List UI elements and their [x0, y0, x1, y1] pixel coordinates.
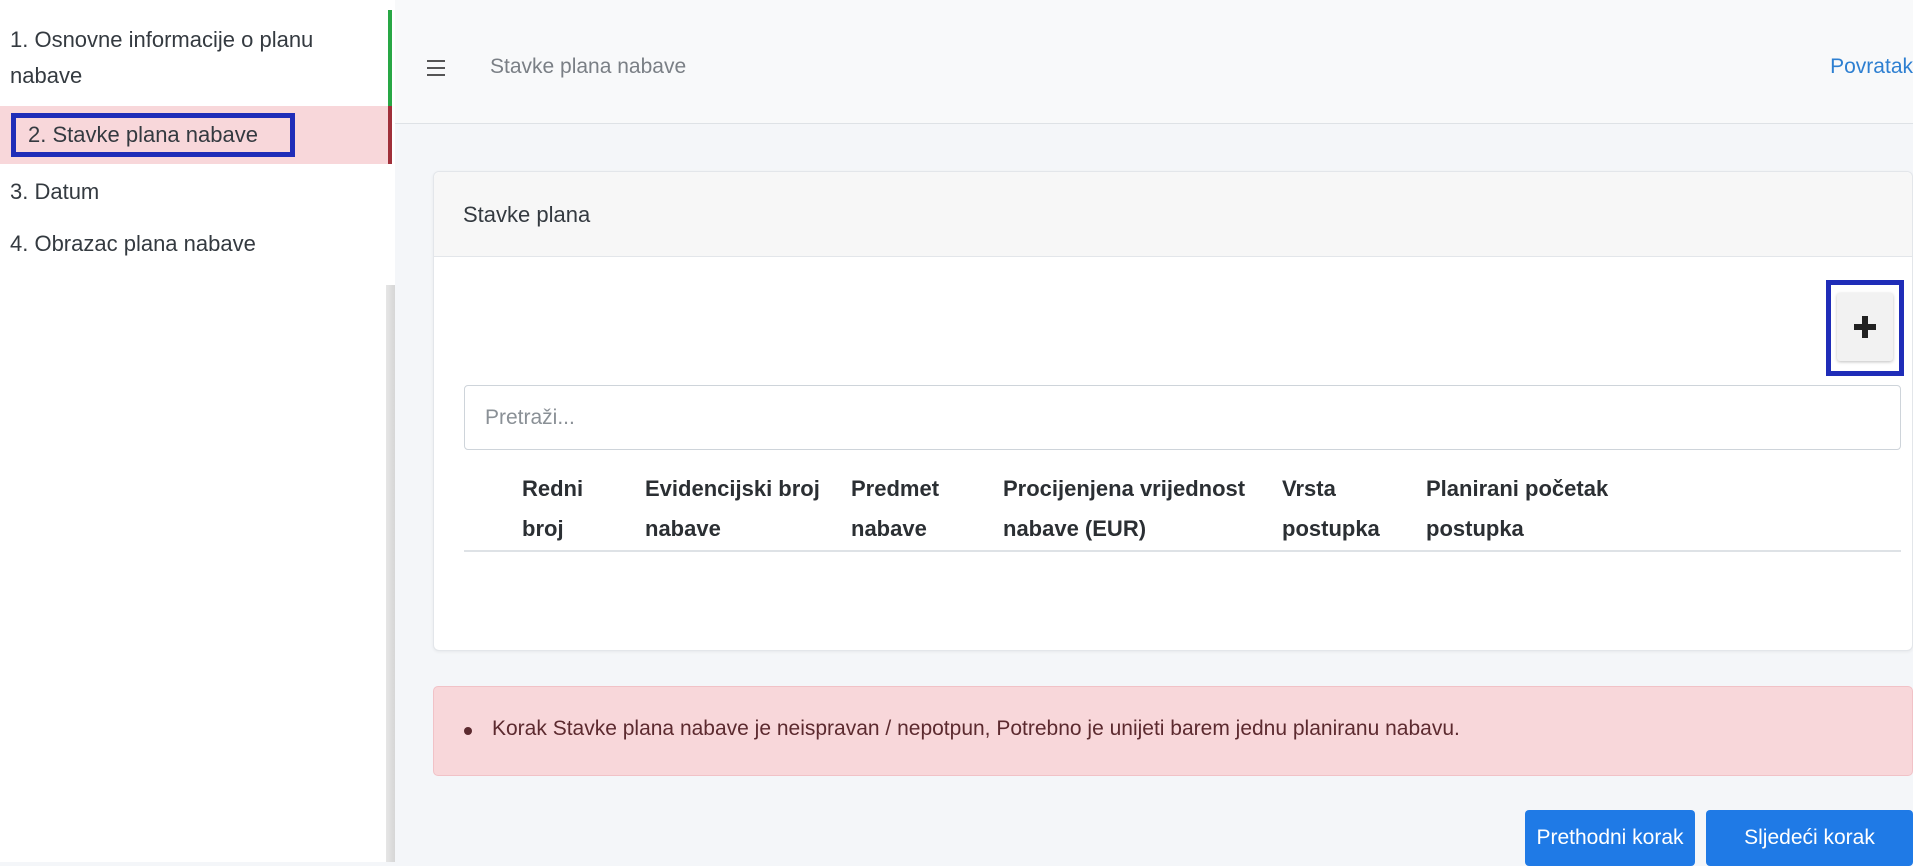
validation-alert: Korak Stavke plana nabave je neispravan …	[433, 686, 1913, 776]
step-label: 3. Datum	[10, 179, 100, 204]
column-header-record-number[interactable]: Evidencijski broj nabave	[645, 469, 835, 549]
column-header-procedure-type[interactable]: Vrsta postupka	[1282, 469, 1392, 549]
step-label: 1. Osnovne informacije o planu nabave	[10, 27, 314, 88]
step-plan-items[interactable]: 2. Stavke plana nabave	[0, 106, 392, 164]
column-header-planned-start[interactable]: Planirani početak postupka	[1426, 469, 1656, 549]
add-item-button[interactable]	[1826, 280, 1904, 376]
bullet-icon	[464, 727, 472, 735]
back-link[interactable]: Povratak	[1830, 55, 1913, 79]
step-label: 4. Obrazac plana nabave	[10, 231, 256, 256]
page-title: Stavke plana nabave	[490, 55, 687, 78]
column-header-serial-number[interactable]: Redni broj	[522, 469, 612, 549]
step-label: 2. Stavke plana nabave	[11, 113, 295, 157]
plus-icon	[1854, 316, 1876, 338]
wizard-sidebar: 1. Osnovne informacije o planu nabave 2.…	[0, 0, 395, 862]
step-basic-info[interactable]: 1. Osnovne informacije o planu nabave	[0, 10, 392, 106]
step-plan-form[interactable]: 4. Obrazac plana nabave	[0, 220, 392, 276]
add-item-button-inner[interactable]	[1837, 293, 1893, 361]
search-input[interactable]	[464, 385, 1901, 450]
previous-step-button[interactable]: Prethodni korak	[1525, 810, 1695, 866]
hamburger-menu-icon[interactable]	[427, 60, 445, 76]
card-title: Stavke plana	[434, 172, 1912, 257]
column-header-subject[interactable]: Predmet nabave	[851, 469, 961, 549]
alert-message: Korak Stavke plana nabave je neispravan …	[492, 717, 1460, 740]
wizard-steps: 1. Osnovne informacije o planu nabave 2.…	[0, 10, 392, 276]
table-header: Redni broj Evidencijski broj nabave Pred…	[464, 467, 1901, 552]
topbar: Stavke plana nabave Povratak	[395, 0, 1913, 124]
sidebar-divider	[386, 285, 395, 862]
next-step-button[interactable]: Sljedeći korak	[1706, 810, 1913, 866]
step-date[interactable]: 3. Datum	[0, 164, 392, 220]
plan-items-card: Stavke plana Redni broj Evidencijski bro…	[433, 171, 1913, 651]
column-header-estimated-value[interactable]: Procijenjena vrijednost nabave (EUR)	[1003, 469, 1263, 549]
